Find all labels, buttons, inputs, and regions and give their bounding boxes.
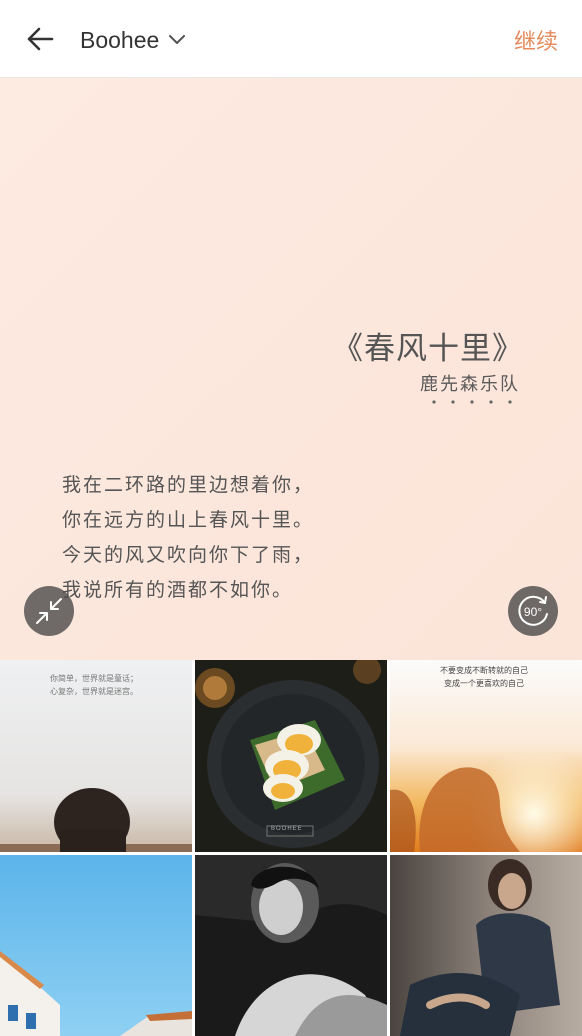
photo-grid: 你简单，世界就是童话； 心复杂，世界就是迷宫。 BOOHEE 不要变成不断转就的…: [0, 660, 582, 1036]
thumbnail-caption: BOOHEE: [271, 826, 303, 832]
back-button[interactable]: [18, 18, 62, 60]
food-photo: [195, 660, 387, 852]
sky-building-photo: [0, 855, 192, 1036]
woman-photo: [390, 855, 582, 1036]
rotate-icon: 90°: [518, 595, 548, 626]
photo-thumbnail[interactable]: [195, 855, 387, 1036]
song-title: 《春风十里》: [332, 331, 524, 367]
album-name: Boohee: [80, 26, 160, 53]
rotate-button[interactable]: 90°: [508, 586, 558, 636]
thumbnail-caption: 你简单，世界就是童话；: [50, 674, 138, 683]
photo-thumbnail[interactable]: 你简单，世界就是童话； 心复杂，世界就是迷宫。: [0, 660, 192, 852]
thumbnail-caption: 不要变成不断转就的自己: [440, 666, 528, 675]
album-selector[interactable]: Boohee: [80, 22, 186, 58]
photo-thumbnail[interactable]: 不要变成不断转就的自己 变成一个更喜欢的自己: [390, 660, 582, 852]
thumbnail-caption: 变成一个更喜欢的自己: [444, 679, 524, 688]
lyric-line: 你在远方的山上春风十里。: [62, 509, 315, 531]
photo-thumbnail[interactable]: [0, 855, 192, 1036]
rotate-label: 90°: [524, 605, 542, 619]
shrink-icon: [36, 598, 62, 624]
image-preview[interactable]: 《春风十里》 鹿先森乐队 我在二环路的里边想着你， 你在远方的山上春风十里。 今…: [0, 78, 582, 660]
arrow-left-icon: [27, 27, 54, 51]
top-bar: Boohee 继续: [0, 0, 582, 78]
lyric-line: 我在二环路的里边想着你，: [62, 474, 315, 496]
chevron-down-icon: [169, 35, 186, 44]
lyric-line: 今天的风又吹向你下了雨，: [62, 544, 315, 566]
photo-thumbnail[interactable]: BOOHEE: [195, 660, 387, 852]
thumbnail-caption: 心复杂，世界就是迷宫。: [50, 687, 138, 696]
song-artist: 鹿先森乐队: [420, 374, 520, 395]
portrait-photo: [195, 855, 387, 1036]
decorative-dots: [432, 400, 512, 404]
lyrics-block: 我在二环路的里边想着你， 你在远方的山上春风十里。 今天的风又吹向你下了雨， 我…: [62, 468, 314, 608]
photo-thumbnail[interactable]: [390, 855, 582, 1036]
continue-button[interactable]: 继续: [514, 24, 558, 56]
lyric-line: 我说所有的酒都不如你。: [62, 579, 294, 601]
shrink-button[interactable]: [24, 586, 74, 636]
